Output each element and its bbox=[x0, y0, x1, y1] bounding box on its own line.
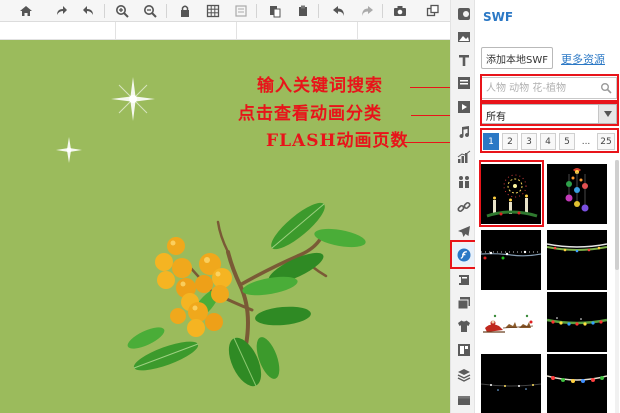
video-icon[interactable] bbox=[453, 96, 474, 117]
shirt-icon[interactable] bbox=[453, 315, 474, 336]
sticker-icon[interactable] bbox=[453, 269, 474, 290]
page-button[interactable]: 2 bbox=[502, 133, 518, 150]
ruler bbox=[0, 22, 450, 40]
page-button[interactable]: 3 bbox=[521, 133, 537, 150]
chart-icon[interactable] bbox=[453, 146, 474, 167]
search-box bbox=[481, 77, 617, 99]
page-button[interactable]: 25 bbox=[597, 133, 615, 150]
sidebar-rail bbox=[450, 0, 475, 413]
gallery-icon[interactable] bbox=[453, 292, 474, 313]
loquat-fruits bbox=[155, 237, 232, 337]
sparkle bbox=[56, 77, 155, 163]
lock-icon[interactable] bbox=[176, 2, 194, 20]
swf-thumbnail-grid bbox=[481, 164, 615, 413]
plane-icon[interactable] bbox=[453, 221, 474, 242]
text-icon[interactable] bbox=[453, 49, 474, 70]
music-icon[interactable] bbox=[453, 121, 474, 142]
flash-icon[interactable] bbox=[453, 244, 474, 265]
category-selected-value: 所有 bbox=[486, 112, 506, 123]
thumbnail-scrollbar[interactable] bbox=[615, 160, 619, 413]
annotation-category-hint: 点击查看动画分类 bbox=[238, 104, 382, 124]
swf-thumbnail[interactable] bbox=[547, 292, 607, 352]
arrow-back-icon[interactable] bbox=[330, 2, 348, 20]
people-icon[interactable] bbox=[453, 171, 474, 192]
zoom-in-icon[interactable] bbox=[113, 2, 131, 20]
layers-stack-icon[interactable] bbox=[453, 364, 474, 385]
search-icon[interactable] bbox=[600, 82, 612, 94]
camera-icon[interactable] bbox=[391, 2, 409, 20]
swf-thumbnail[interactable] bbox=[481, 230, 541, 290]
more-resources-link[interactable]: 更多资源 bbox=[561, 51, 605, 67]
panel-title: SWF bbox=[483, 10, 514, 24]
scrollbar-thumb[interactable] bbox=[615, 160, 619, 270]
paste-icon[interactable] bbox=[266, 2, 284, 20]
grid-icon[interactable] bbox=[204, 2, 222, 20]
annotation-search-hint: 输入关键词搜索 bbox=[257, 76, 383, 96]
leaves bbox=[127, 202, 366, 387]
page-button[interactable]: 1 bbox=[483, 133, 499, 150]
image-icon[interactable] bbox=[453, 26, 474, 47]
undo-icon[interactable] bbox=[80, 2, 98, 20]
annotation-pages-hint: FLASH动画页数 bbox=[266, 131, 409, 151]
home-icon[interactable] bbox=[17, 2, 35, 20]
arrow-forward-icon[interactable] bbox=[358, 2, 376, 20]
link-icon[interactable] bbox=[453, 196, 474, 217]
swf-thumbnail[interactable] bbox=[547, 354, 607, 413]
swf-thumbnail[interactable] bbox=[547, 230, 607, 290]
zoom-out-icon[interactable] bbox=[141, 2, 159, 20]
page-button[interactable]: 4 bbox=[540, 133, 556, 150]
swf-panel: SWF 添加本地SWF 更多资源 所有 1 2 3 4 5 ... 25 bbox=[475, 0, 620, 413]
copy-icon[interactable] bbox=[294, 2, 312, 20]
layers-icon[interactable] bbox=[424, 2, 442, 20]
frame-icon[interactable] bbox=[232, 2, 250, 20]
swf-thumbnail[interactable] bbox=[481, 354, 541, 413]
redo-icon[interactable] bbox=[52, 2, 70, 20]
layout-icon[interactable] bbox=[453, 72, 474, 93]
category-select[interactable]: 所有 bbox=[481, 104, 617, 124]
template-icon[interactable] bbox=[453, 339, 474, 360]
swf-thumbnail[interactable] bbox=[547, 164, 607, 224]
add-local-swf-button[interactable]: 添加本地SWF bbox=[481, 47, 553, 69]
page-button[interactable]: 5 bbox=[559, 133, 575, 150]
chevron-down-icon[interactable] bbox=[598, 105, 616, 123]
top-toolbar bbox=[0, 0, 450, 22]
box-icon[interactable] bbox=[453, 389, 474, 410]
page-ellipsis: ... bbox=[581, 136, 591, 147]
swf-thumbnail[interactable] bbox=[481, 292, 541, 352]
pagination: 1 2 3 4 5 ... 25 bbox=[481, 131, 617, 151]
swf-thumbnail[interactable] bbox=[481, 164, 541, 224]
background-icon[interactable] bbox=[453, 3, 474, 24]
search-input[interactable] bbox=[486, 80, 598, 96]
